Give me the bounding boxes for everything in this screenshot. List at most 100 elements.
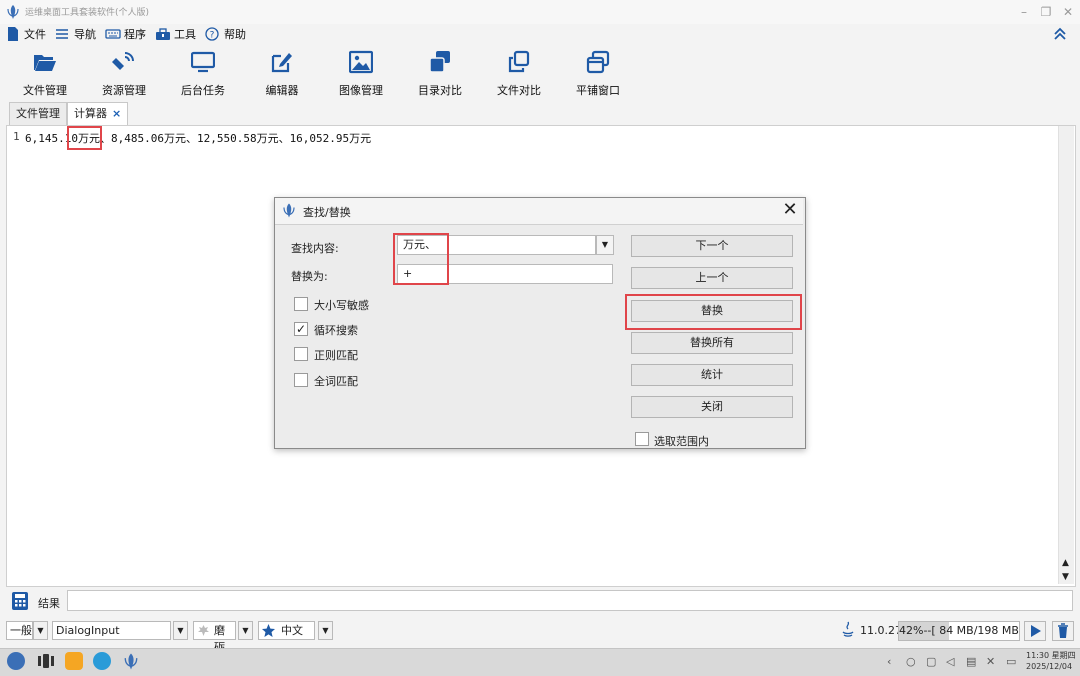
toolbar-tile-windows-button[interactable]: 平铺窗口	[559, 50, 637, 97]
mode-select[interactable]: 一般	[6, 621, 33, 640]
multitask-icon[interactable]	[37, 652, 55, 670]
monitor-icon	[191, 51, 215, 73]
leaf-icon	[198, 625, 209, 636]
menu-programs[interactable]: 程序	[124, 24, 146, 46]
run-button[interactable]	[1024, 621, 1046, 641]
toolbar-file-compare-button[interactable]: 文件对比	[480, 50, 558, 97]
regex-checkbox[interactable]	[294, 347, 308, 361]
keyboard-icon	[105, 29, 121, 39]
line-number: 1	[13, 130, 20, 143]
font-select[interactable]: DialogInput	[52, 621, 171, 640]
toolbar-file-manager-button[interactable]: 文件管理	[6, 50, 84, 97]
find-history-arrow-icon[interactable]: ▼	[596, 235, 614, 255]
tab-label: 文件管理	[16, 107, 60, 120]
theme-select-arrow-icon[interactable]: ▼	[238, 621, 253, 640]
tab-file-manager[interactable]: 文件管理	[9, 102, 67, 125]
whole-word-checkbox[interactable]	[294, 373, 308, 387]
scroll-up-icon[interactable]: ▲	[1058, 556, 1073, 570]
dialog-close-icon[interactable]: ✕	[780, 200, 800, 220]
toolbar-label: 文件管理	[23, 84, 67, 97]
in-selection-checkbox[interactable]	[635, 432, 649, 446]
window-title: 运维桌面工具套装软件(个人版)	[25, 8, 150, 18]
windows-icon	[586, 50, 610, 74]
count-button[interactable]: 统计	[631, 364, 793, 386]
find-next-button[interactable]: 下一个	[631, 235, 793, 257]
tray-expand-icon[interactable]: ‹	[887, 655, 891, 668]
folder-open-icon	[34, 55, 56, 71]
dialog-title-bar[interactable]	[275, 198, 803, 225]
clock-date[interactable]: 2025/12/04	[1026, 662, 1072, 671]
toolbox-icon	[156, 28, 170, 40]
menu-tools[interactable]: 工具	[174, 24, 196, 46]
regex-label[interactable]: 正则匹配	[314, 347, 358, 363]
scroll-down-icon[interactable]: ▼	[1058, 570, 1073, 584]
result-field[interactable]	[67, 590, 1073, 611]
toolbar-label: 平铺窗口	[576, 84, 620, 97]
clear-button[interactable]	[1052, 621, 1074, 641]
collapse-ribbon-icon[interactable]	[1052, 26, 1068, 42]
file-icon	[8, 27, 18, 41]
calculator-icon[interactable]	[11, 591, 29, 611]
tab-close-icon[interactable]: ×	[112, 107, 121, 120]
toolbar-background-tasks-button[interactable]: 后台任务	[164, 50, 242, 97]
tab-calculator[interactable]: 计算器 ×	[67, 102, 129, 126]
find-previous-button[interactable]: 上一个	[631, 267, 793, 289]
tray-screen-icon[interactable]: ▢	[926, 655, 936, 668]
app-logo-icon	[7, 5, 19, 19]
menu-navigate[interactable]: 导航	[74, 24, 96, 46]
mode-select-arrow-icon[interactable]: ▼	[33, 621, 48, 640]
menu-help[interactable]: 帮助	[224, 24, 246, 46]
loop-search-checkbox[interactable]: ✓	[294, 322, 308, 336]
restore-button[interactable]: ❐	[1035, 3, 1057, 21]
minimize-button[interactable]: –	[1013, 3, 1035, 21]
tray-network-icon[interactable]: ✕	[986, 655, 995, 668]
tray-keyboard-icon[interactable]: ▤	[966, 655, 976, 668]
toolbar-label: 资源管理	[102, 84, 146, 97]
play-icon	[1031, 625, 1041, 637]
memory-usage-bar[interactable]: 42%--[ 84 MB/198 MB ]	[898, 621, 1020, 641]
toolbar-image-manager-button[interactable]: 图像管理	[322, 50, 400, 97]
title-bar	[0, 0, 1080, 24]
java-version: 11.0.27	[860, 624, 902, 637]
tray-search-icon[interactable]: ○	[906, 655, 916, 668]
case-sensitive-checkbox[interactable]	[294, 297, 308, 311]
replace-label: 替换为:	[291, 270, 328, 283]
start-menu-icon[interactable]	[7, 652, 25, 670]
copy-icon	[508, 50, 530, 73]
taskbar	[0, 648, 1080, 676]
find-input[interactable]: 万元、	[397, 235, 596, 255]
tray-notification-icon[interactable]: ▭	[1006, 655, 1016, 668]
tab-label: 计算器	[74, 107, 107, 120]
replace-all-button[interactable]: 替换所有	[631, 332, 793, 354]
replace-input[interactable]: +	[397, 264, 613, 284]
clock-time[interactable]: 11:30 星期四	[1026, 650, 1076, 661]
layers-icon	[429, 51, 450, 73]
toolbar-dir-compare-button[interactable]: 目录对比	[401, 50, 479, 97]
find-label: 查找内容:	[291, 242, 339, 255]
whole-word-label[interactable]: 全词匹配	[314, 373, 358, 389]
dialog-title: 查找/替换	[303, 206, 351, 219]
language-label: 中文	[281, 624, 303, 637]
language-select-arrow-icon[interactable]: ▼	[318, 621, 333, 640]
menu-file[interactable]: 文件	[24, 24, 46, 46]
satellite-icon	[112, 52, 134, 70]
toolbar-label: 图像管理	[339, 84, 383, 97]
toolbar-label: 文件对比	[497, 84, 541, 97]
in-selection-label[interactable]: 选取范围内	[654, 433, 709, 449]
toolbar-label: 后台任务	[181, 84, 225, 97]
toolbar-resource-manager-button[interactable]: 资源管理	[85, 50, 163, 97]
dialog-logo-icon	[283, 203, 295, 218]
case-sensitive-label[interactable]: 大小写敏感	[314, 297, 369, 313]
replace-button[interactable]: 替换	[631, 300, 793, 322]
close-window-button[interactable]: ✕	[1057, 3, 1079, 21]
dialog-close-button[interactable]: 关闭	[631, 396, 793, 418]
editor-line[interactable]: 6,145.10万元、8,485.06万元、12,550.58万元、16,052…	[25, 130, 371, 146]
toolbar-editor-button[interactable]: 编辑器	[243, 50, 321, 97]
loop-search-label[interactable]: 循环搜索	[314, 322, 358, 338]
vertical-scrollbar[interactable]	[1058, 126, 1074, 584]
tray-volume-icon[interactable]: ◁	[946, 655, 954, 668]
font-select-arrow-icon[interactable]: ▼	[173, 621, 188, 640]
browser-app-icon[interactable]	[93, 652, 111, 670]
ops-tool-app-icon[interactable]	[123, 652, 139, 671]
file-manager-app-icon[interactable]	[65, 652, 83, 670]
